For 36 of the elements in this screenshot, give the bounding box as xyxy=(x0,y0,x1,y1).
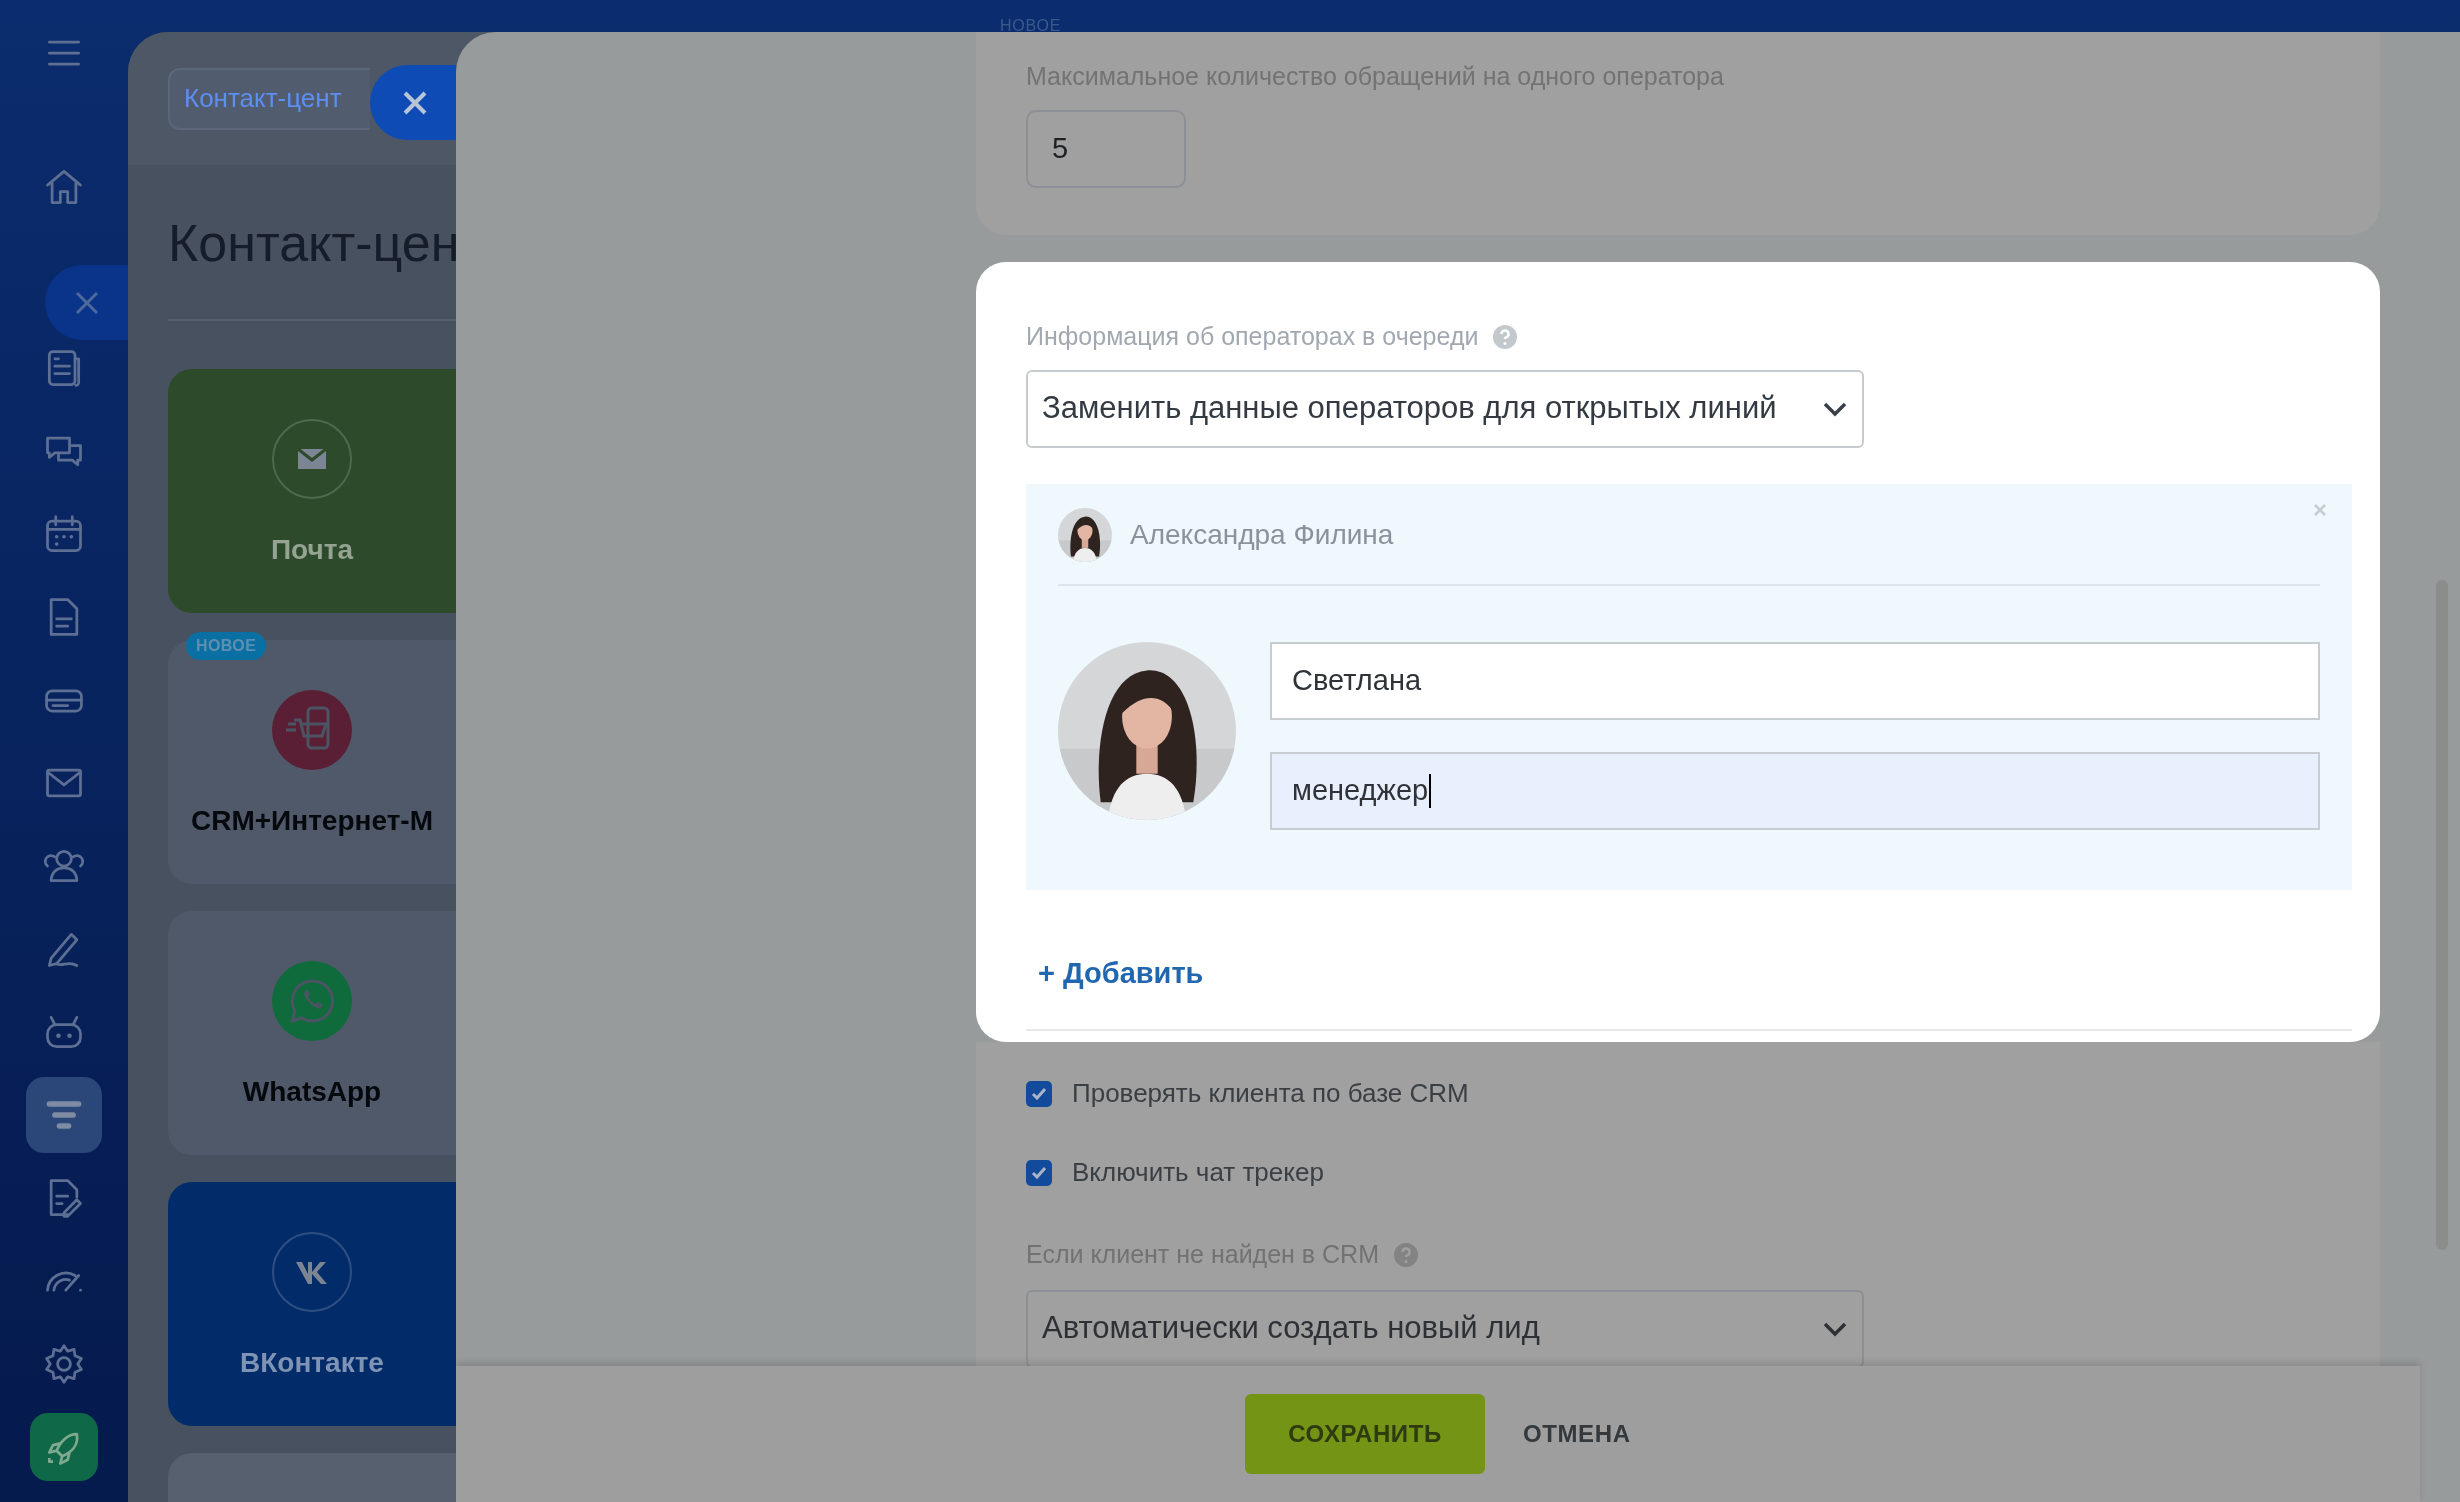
text-field[interactable]: Светлана xyxy=(1270,641,2320,720)
sidebar-item[interactable] xyxy=(26,1077,102,1153)
checkbox[interactable] xyxy=(1026,1080,1052,1107)
text-field[interactable]: менеджер xyxy=(1270,751,2320,830)
text-cursor xyxy=(1429,773,1432,808)
dropdown-select[interactable]: Заменить данные операторов для открытых линий xyxy=(1026,369,1864,448)
phone-bubble-icon xyxy=(272,961,352,1041)
operator-name: Александра Филина xyxy=(1130,517,1395,552)
settings-icon xyxy=(42,1342,86,1386)
close-icon xyxy=(73,289,100,316)
channel-card[interactable]: ВКонтакте xyxy=(168,1182,456,1426)
new-badge: НОВОЕ xyxy=(186,632,267,660)
card-label: CRM+Интернет-М xyxy=(191,804,433,838)
channel-card[interactable]: Почта xyxy=(168,369,456,613)
channel-card[interactable]: WhatsApp xyxy=(168,911,456,1155)
number-field[interactable]: 5 xyxy=(1026,109,1186,188)
chevron-down-icon xyxy=(1822,400,1848,417)
close-icon xyxy=(402,89,428,116)
save-button[interactable]: СОХРАНИТЬ xyxy=(1245,1394,1485,1474)
close-button[interactable] xyxy=(45,265,128,340)
field-label: Информация об операторах в очереди xyxy=(1026,321,1479,352)
checkbox[interactable] xyxy=(1026,1159,1052,1186)
envelope-icon xyxy=(272,419,352,499)
sidebar-item[interactable] xyxy=(30,1413,98,1481)
add-link[interactable]: + Добавить xyxy=(1038,951,1204,995)
vk-icon xyxy=(272,1232,352,1312)
close-button[interactable] xyxy=(370,65,456,140)
card-label: WhatsApp xyxy=(242,1075,382,1109)
cancel-button[interactable]: ОТМЕНА xyxy=(1523,1416,1631,1452)
card-label: ВКонтакте xyxy=(240,1346,384,1380)
card-label: Почта xyxy=(270,533,354,567)
shopping-cart-icon xyxy=(272,690,352,770)
checkbox-label: Включить чат трекер xyxy=(1072,1156,1324,1189)
chevron-down-icon xyxy=(1822,1320,1848,1337)
checkbox-label: Проверять клиента по базе CRM xyxy=(1072,1077,1469,1110)
help-icon[interactable] xyxy=(1492,323,1519,350)
